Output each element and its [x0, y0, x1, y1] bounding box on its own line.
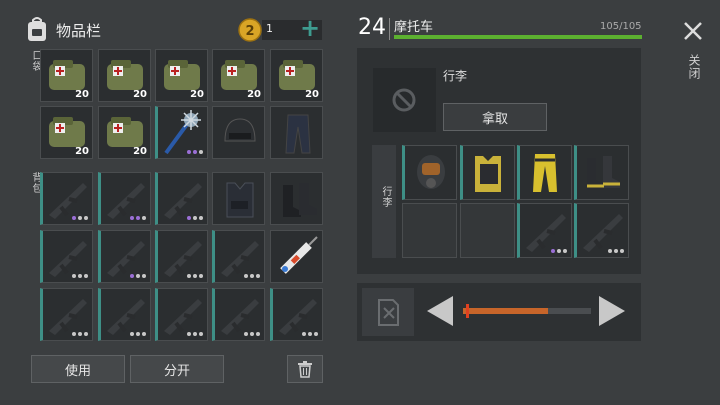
inventory-title: 物品栏 [56, 22, 102, 40]
rarity-dots [130, 332, 146, 336]
pocket-slot-medkit[interactable]: 20 [40, 106, 93, 159]
rarity-dots [187, 150, 203, 154]
pocket-slot-medkit[interactable]: 20 [98, 106, 151, 159]
svg-text:2: 2 [245, 24, 254, 39]
storage-slot-empty[interactable] [460, 203, 515, 258]
pocket-slot-pants[interactable] [270, 106, 323, 159]
vehicle-level: 24 [358, 15, 386, 40]
pocket-slot-medkit[interactable]: 20 [155, 49, 208, 102]
rarity-dots [72, 274, 88, 278]
fuel-canister-icon [378, 299, 399, 326]
backpack-slot-rifle[interactable] [40, 230, 93, 283]
add-coins-button[interactable]: + [300, 14, 320, 42]
item-count: 20 [133, 146, 147, 157]
backpack-slot-rifle[interactable] [98, 288, 151, 341]
close-label[interactable]: 关闭 [686, 54, 703, 80]
backpack-icon [26, 16, 48, 42]
vehicle-durability-bar [394, 35, 642, 39]
coin-count: 1 [266, 22, 273, 35]
header-divider [389, 18, 390, 40]
storage-slot-rifle[interactable] [517, 203, 572, 258]
vehicle-capacity: 105/105 [600, 21, 642, 32]
rarity-dots [187, 274, 203, 278]
storage-slot-vest[interactable] [460, 145, 515, 200]
item-count: 20 [305, 89, 319, 100]
trash-button[interactable] [287, 355, 323, 383]
backpack-slot-syringe[interactable] [270, 230, 323, 283]
fuel-can-box [362, 288, 414, 336]
pocket-slot-mace[interactable] [155, 106, 208, 159]
pocket-slot-medkit[interactable]: 20 [270, 49, 323, 102]
rarity-dots [187, 332, 203, 336]
pocket-slot-helmet[interactable] [212, 106, 265, 159]
tactical-vest-icon [226, 182, 254, 218]
vehicle-name: 摩托车 [394, 20, 434, 35]
split-button[interactable]: 分开 [130, 355, 224, 383]
rarity-dots [608, 249, 624, 253]
rarity-dots [244, 274, 260, 278]
rarity-dots [187, 216, 203, 220]
boots-icon [283, 183, 317, 217]
item-count: 20 [133, 89, 147, 100]
backpack-slot-rifle[interactable] [270, 288, 323, 341]
helmet-icon [224, 118, 256, 142]
storage-image-slot [373, 68, 436, 132]
item-count: 20 [247, 89, 261, 100]
backpack-slot-boots[interactable] [270, 172, 323, 225]
rarity-dots [72, 216, 88, 220]
fuel-slider-handle[interactable] [466, 304, 469, 318]
backpack-slot-rifle[interactable] [155, 230, 208, 283]
backpack-slot-rifle[interactable] [212, 230, 265, 283]
storage-slot-gasmask[interactable] [402, 145, 457, 200]
rarity-dots [130, 216, 146, 220]
use-button[interactable]: 使用 [31, 355, 125, 383]
yellow-pants-icon [533, 154, 557, 192]
pocket-slot-medkit[interactable]: 20 [40, 49, 93, 102]
rarity-dots [244, 332, 260, 336]
gas-mask-icon [417, 155, 445, 189]
storage-slot-rifle[interactable] [574, 203, 629, 258]
pocket-slot-medkit[interactable]: 20 [98, 49, 151, 102]
no-image-icon [392, 88, 416, 112]
take-button[interactable]: 拿取 [443, 103, 547, 131]
backpack-slot-rifle[interactable] [98, 172, 151, 225]
syringe-icon [280, 236, 318, 274]
rarity-dots [302, 332, 318, 336]
rarity-dots [72, 332, 88, 336]
storage-slot-pants[interactable] [517, 145, 572, 200]
item-count: 20 [190, 89, 204, 100]
rarity-dots [551, 249, 567, 253]
backpack-slot-vest[interactable] [212, 172, 265, 225]
pants-icon [285, 114, 311, 154]
item-count: 20 [75, 146, 89, 157]
storage-slot-boots[interactable] [574, 145, 629, 200]
fuel-fill [463, 308, 548, 314]
rarity-dots [130, 274, 146, 278]
backpack-slot-rifle[interactable] [212, 288, 265, 341]
close-icon[interactable] [683, 21, 703, 41]
backpack-slot-rifle[interactable] [40, 172, 93, 225]
trash-icon [298, 361, 312, 378]
backpack-slot-rifle[interactable] [98, 230, 151, 283]
yellow-boots-icon [587, 156, 620, 190]
yellow-vest-icon [475, 156, 501, 192]
storage-slot-empty[interactable] [402, 203, 457, 258]
storage-title: 行李 [443, 69, 468, 83]
pocket-slot-medkit[interactable]: 20 [212, 49, 265, 102]
backpack-slot-rifle[interactable] [40, 288, 93, 341]
item-count: 20 [75, 89, 89, 100]
coin-icon: 2 [238, 18, 262, 42]
backpack-slot-rifle[interactable] [155, 288, 208, 341]
backpack-slot-rifle[interactable] [155, 172, 208, 225]
storage-side-label: 行李 [380, 186, 391, 208]
